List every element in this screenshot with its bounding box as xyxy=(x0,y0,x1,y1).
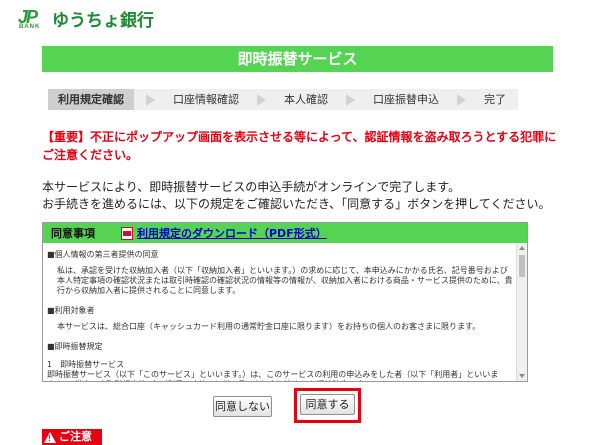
warning-icon-glyph: ! xyxy=(48,433,51,443)
terms-pdf-download-link[interactable]: 利用規定のダウンロード（PDF形式） xyxy=(137,225,327,241)
decline-button[interactable]: 同意しない xyxy=(213,396,272,417)
terms-scroll-area[interactable]: ■個人情報の第三者提供の同意 私は、承認を受けた収納加入者（以下「収納加入者」と… xyxy=(43,243,517,381)
agree-button[interactable]: 同意する xyxy=(300,394,355,415)
terms-section-body: 私は、承認を受けた収納加入者（以下「収納加入者」といいます。）の求めに応じて、本… xyxy=(57,266,513,295)
terms-section-title: ■利用対象者 xyxy=(47,306,95,315)
agreement-panel: 同意事項 利用規定のダウンロード（PDF形式） ■個人情報の第三者提供の同意 私… xyxy=(42,222,528,382)
step-terms-confirmation: 利用規定確認 xyxy=(48,89,134,110)
jp-bank-logo-icon: JP BANK xyxy=(18,7,46,31)
terms-section-body: 即時振替サービス（以下「このサービス」といいます。）は、このサービスの利用の申込… xyxy=(47,370,499,381)
terms-section-title: ■即時振替規定 xyxy=(47,342,103,351)
warning-icon: ! xyxy=(44,431,56,443)
step-transfer-application: 口座振替申込 xyxy=(373,93,439,106)
pdf-icon xyxy=(121,226,133,240)
step-arrow-icon xyxy=(346,93,355,106)
step-arrow-icon xyxy=(146,93,155,106)
caution-label: ご注意 xyxy=(59,430,92,443)
logo-mark-subtext: BANK xyxy=(19,23,41,30)
bank-logo: JP BANK ゆうちょ銀行 xyxy=(18,6,154,32)
intro-line-1: 本サービスにより、即時振替サービスの申込手続がオンラインで完了します。 xyxy=(42,180,461,194)
step-arrow-icon xyxy=(457,93,466,106)
security-warning: 【重要】不正にポップアップ画面を表示させる等によって、認証情報を盗み取ろうとする… xyxy=(42,130,557,162)
bank-name: ゆうちょ銀行 xyxy=(52,11,154,31)
intro-line-2: お手続きを進めるには、以下の規定をご確認いただき、「同意する」ボタンを押してくだ… xyxy=(42,197,551,211)
scroll-down-icon[interactable] xyxy=(519,374,525,378)
intro-text: 本サービスにより、即時振替サービスの申込手続がオンラインで完了します。 お手続き… xyxy=(42,179,557,213)
step-account-info-confirmation: 口座情報確認 xyxy=(173,93,239,106)
progress-steps: 利用規定確認 口座情報確認 本人確認 口座振替申込 完了 xyxy=(48,89,518,110)
step-arrow-icon xyxy=(257,93,266,106)
agreement-header: 同意事項 利用規定のダウンロード（PDF形式） xyxy=(43,223,527,243)
caution-badge: ! ご注意 xyxy=(42,429,102,445)
terms-subsection-title: 1 即時振替サービス xyxy=(47,360,125,369)
step-identity-verification: 本人確認 xyxy=(284,93,328,106)
page-title: 即時振替サービス xyxy=(42,46,553,72)
terms-scrollbar[interactable] xyxy=(516,243,527,381)
scrollbar-thumb[interactable] xyxy=(519,255,525,277)
agreement-header-label: 同意事項 xyxy=(51,227,95,240)
scroll-up-icon[interactable] xyxy=(519,246,525,250)
terms-section-body: 本サービスは、総合口座（キャッシュカード利用の通常貯金口座に限ります）をお持ちの… xyxy=(57,322,481,331)
step-complete: 完了 xyxy=(484,93,506,106)
terms-section-title: ■個人情報の第三者提供の同意 xyxy=(47,250,159,259)
